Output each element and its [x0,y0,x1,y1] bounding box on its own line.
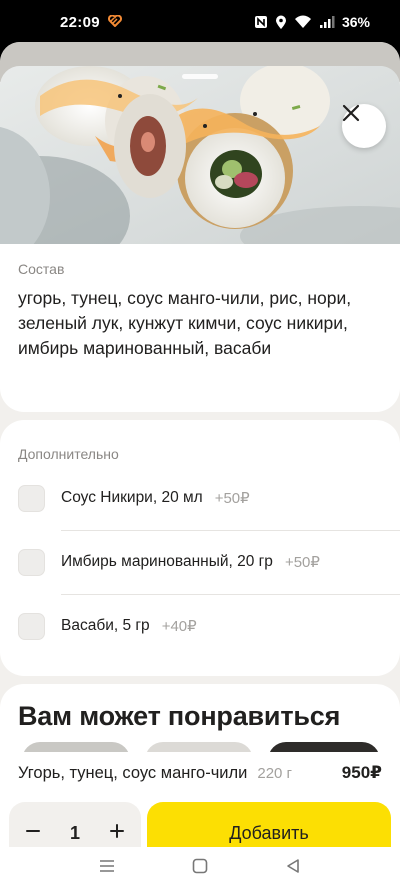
minus-icon [25,823,41,844]
plus-icon [109,823,125,844]
decrease-button[interactable] [21,821,45,845]
option-price: +50₽ [284,554,320,571]
option-name: Соус Никири, 20 мл [61,489,203,506]
option-name: Имбирь маринованный, 20 гр [61,553,273,570]
location-icon [275,15,287,30]
menu-icon [99,859,115,878]
extra-option-nikiri[interactable]: Соус Никири, 20 мл +50₽ [18,466,400,530]
status-time: 22:09 [60,13,100,31]
extra-option-wasabi[interactable]: Васаби, 5 гр +40₽ [18,594,400,658]
product-summary: Угорь, тунец, соус манго-чили 220 г 950₽ [18,761,382,785]
composition-card: Состав угорь, тунец, соус манго-чили, ри… [0,244,400,412]
recommendations-title: Вам может понравиться [18,701,341,731]
composition-label: Состав [18,261,65,277]
nfc-icon [254,15,268,29]
heart-app-icon [107,14,122,30]
close-button[interactable] [342,104,386,148]
back-triangle-icon [286,858,300,879]
sheet-grabber[interactable] [182,74,218,79]
square-icon [192,858,208,879]
increase-button[interactable] [105,821,129,845]
composition-text: угорь, тунец, соус манго-чили, рис, нори… [18,288,352,358]
sushi-roll-photo [0,66,400,244]
checkbox[interactable] [18,548,45,576]
product-sheet: Состав угорь, тунец, соус манго-чили, ри… [0,42,400,889]
wifi-icon [294,15,312,29]
back-button[interactable] [279,854,307,882]
checkbox[interactable] [18,484,45,512]
battery-level: 36% [341,14,370,30]
product-weight: 220 г [257,764,293,782]
product-price: 950₽ [341,763,382,782]
option-price: +40₽ [161,618,197,635]
extras-card: Дополнительно Соус Никири, 20 мл +50₽ Им… [0,420,400,676]
system-nav-bar [0,847,400,889]
product-image [0,66,400,244]
recents-button[interactable] [93,854,121,882]
quantity-value: 1 [69,822,80,843]
checkbox[interactable] [18,612,45,640]
home-button[interactable] [186,854,214,882]
product-name: Угорь, тунец, соус манго-чили [18,763,248,782]
signal-icon [319,15,335,29]
extras-title: Дополнительно [18,446,119,462]
option-price: +50₽ [214,490,250,507]
option-name: Васаби, 5 гр [61,617,150,634]
extra-option-ginger[interactable]: Имбирь маринованный, 20 гр +50₽ [18,530,400,594]
status-bar: 22:09 36% [0,0,400,44]
status-icons: 36% [254,14,370,30]
